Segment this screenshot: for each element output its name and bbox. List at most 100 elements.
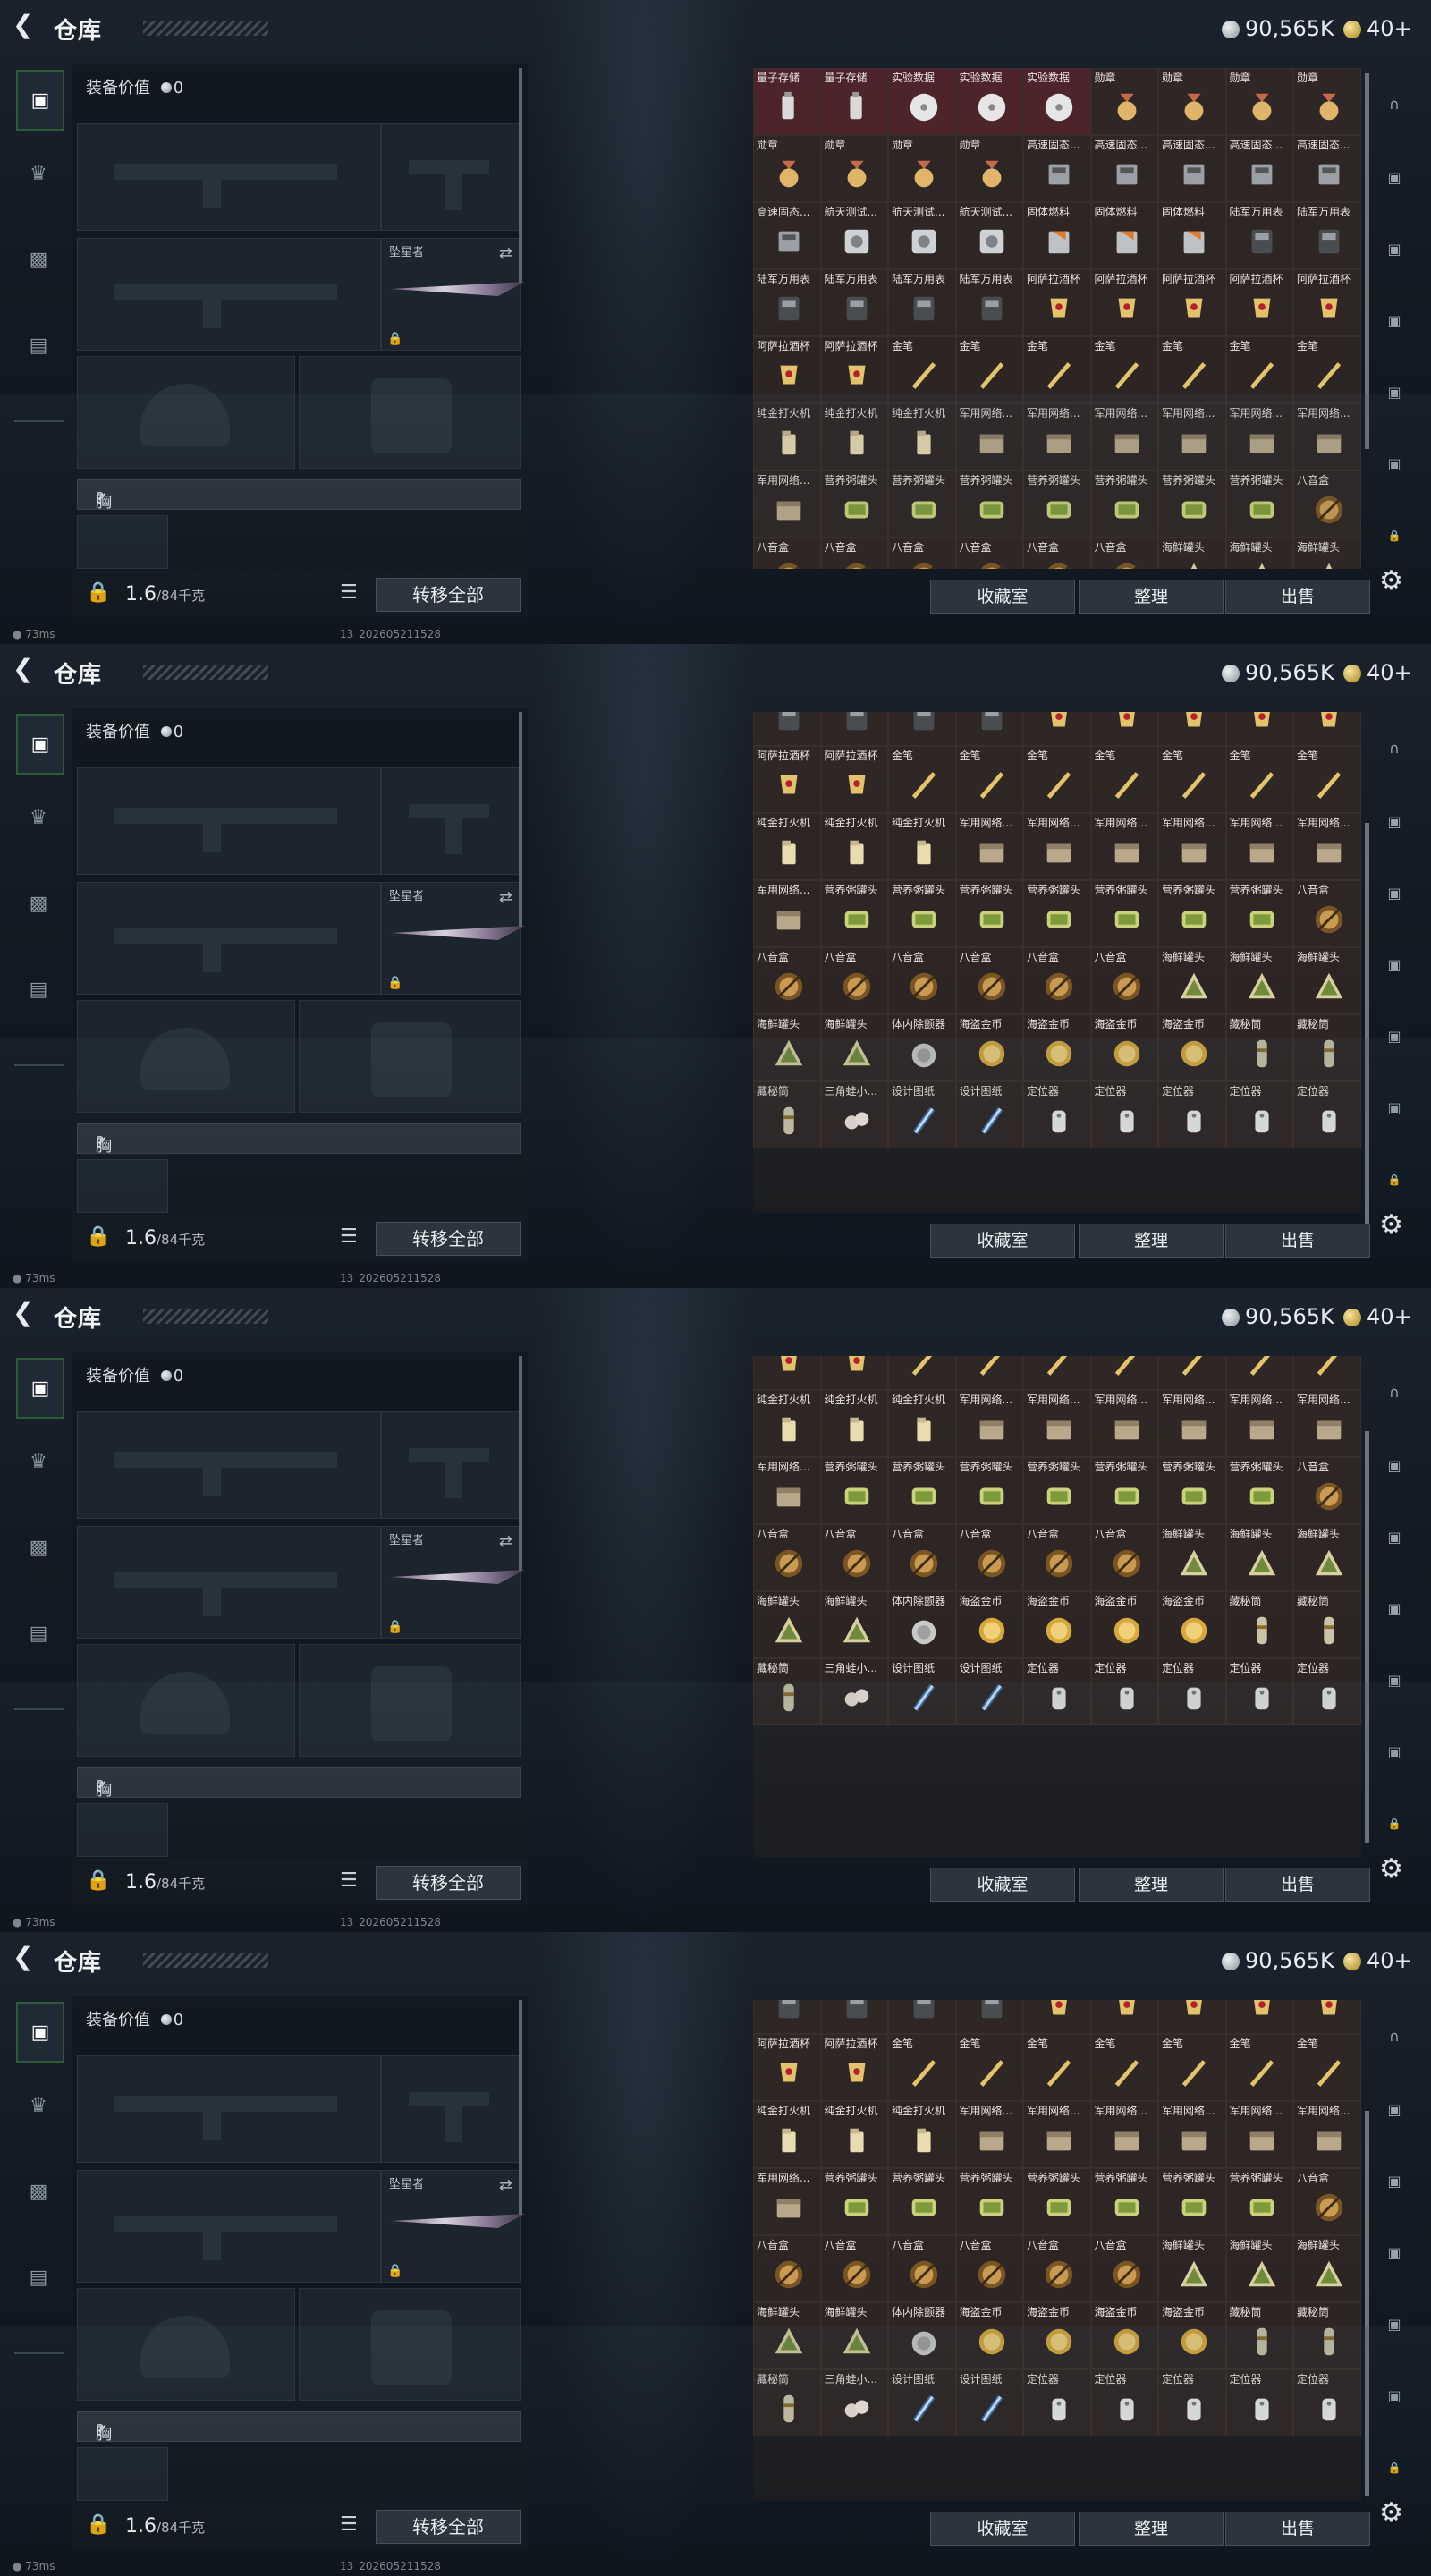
rail-page-2[interactable]: ▣ xyxy=(1374,2089,1415,2131)
stash-item[interactable]: 海鲜罐头 xyxy=(1158,1524,1226,1591)
chest-rig-slot[interactable] xyxy=(77,515,168,569)
stash-item[interactable]: 金笔 xyxy=(1293,336,1361,403)
stash-item[interactable]: 海鲜罐头 xyxy=(1158,2235,1226,2302)
stash-item[interactable]: 军用网络... xyxy=(955,403,1023,470)
stash-item[interactable]: 阿萨拉酒杯 xyxy=(1023,712,1091,746)
stash-item[interactable]: 海鲜罐头 xyxy=(820,1591,888,1658)
stash-item[interactable]: 金笔 xyxy=(1158,1356,1226,1390)
sort-button[interactable]: 整理 xyxy=(1079,2512,1224,2546)
back-arrow-icon[interactable]: ❮ xyxy=(13,13,38,38)
stash-item[interactable]: 八音盒 xyxy=(753,1524,821,1591)
stash-item[interactable]: 海盗金币 xyxy=(955,1591,1023,1658)
stash-item[interactable]: 营养粥罐头 xyxy=(955,880,1023,947)
stash-item[interactable]: 营养粥罐头 xyxy=(955,2168,1023,2235)
stash-item[interactable]: 量子存储 xyxy=(820,68,888,135)
stash-item[interactable]: 军用网络... xyxy=(1158,1390,1226,1457)
stash-item[interactable]: 定位器 xyxy=(1225,2369,1293,2436)
stash-item[interactable]: 纯金打火机 xyxy=(820,813,888,880)
stash-item[interactable]: 实验数据 xyxy=(955,68,1023,135)
stash-item[interactable]: 营养粥罐头 xyxy=(1090,880,1158,947)
stash-item[interactable]: 金笔 xyxy=(1225,746,1293,813)
stash-item[interactable]: 八音盒 xyxy=(820,538,888,569)
chest-rig-header[interactable]: 胸挂 ? xyxy=(77,1123,521,1179)
stash-item[interactable]: 军用网络... xyxy=(1090,2101,1158,2168)
chest-rig-header[interactable]: 胸挂 ? xyxy=(77,1767,521,1823)
stash-item[interactable]: 金笔 xyxy=(955,1356,1023,1390)
stash-item[interactable]: 设计图纸 xyxy=(955,1658,1023,1725)
stash-item[interactable]: 陆军万用表 xyxy=(820,712,888,746)
stash-item[interactable]: 纯金打火机 xyxy=(753,2101,821,2168)
stash-item[interactable]: 海盗金币 xyxy=(1158,1591,1226,1658)
settings-gear-icon[interactable]: ⚙ xyxy=(1379,565,1403,597)
stash-item[interactable]: 军用网络... xyxy=(753,880,821,947)
stash-item[interactable]: 纯金打火机 xyxy=(820,2101,888,2168)
stash-item[interactable]: 藏秘筒 xyxy=(1225,2302,1293,2369)
stash-item[interactable]: 航天测试... xyxy=(888,202,956,269)
rail-page-3[interactable]: ▣ xyxy=(1374,2161,1415,2202)
stash-item[interactable]: 陆军万用表 xyxy=(753,712,821,746)
stash-item[interactable]: 军用网络... xyxy=(1090,403,1158,470)
stash-scrollbar[interactable] xyxy=(1365,1431,1369,1843)
stash-item[interactable]: 阿萨拉酒杯 xyxy=(1090,269,1158,336)
collection-button[interactable]: 收藏室 xyxy=(930,2512,1075,2546)
stash-item[interactable]: 营养粥罐头 xyxy=(1090,2168,1158,2235)
stash-item[interactable]: 海鲜罐头 xyxy=(1225,947,1293,1014)
stash-item[interactable]: 海鲜罐头 xyxy=(1293,538,1361,569)
pistol-slot[interactable] xyxy=(381,123,521,231)
stash-item[interactable]: 定位器 xyxy=(1023,2369,1091,2436)
stash-item[interactable]: 金笔 xyxy=(1293,2034,1361,2101)
stash-item[interactable]: 营养粥罐头 xyxy=(1023,880,1091,947)
primary-weapon-slot[interactable] xyxy=(77,1411,381,1519)
lock-icon[interactable]: 🔒 xyxy=(86,1225,110,1248)
melee-slot[interactable]: 坠星者 ⇄ 🔒 xyxy=(381,1526,525,1639)
stash-item[interactable]: 海盗金币 xyxy=(1023,1014,1091,1081)
stash-item[interactable]: 营养粥罐头 xyxy=(1023,470,1091,538)
stash-item[interactable]: 金笔 xyxy=(1090,2034,1158,2101)
rail-lock[interactable]: 🔒 xyxy=(1374,1159,1415,1200)
stash-item[interactable]: 八音盒 xyxy=(1023,1524,1091,1591)
stash-item[interactable]: 阿萨拉酒杯 xyxy=(1023,269,1091,336)
stash-item[interactable]: 阿萨拉酒杯 xyxy=(820,336,888,403)
stash-item[interactable]: 陆军万用表 xyxy=(1225,202,1293,269)
silver-currency[interactable]: 90,565K xyxy=(1222,16,1334,41)
stash-item[interactable]: 阿萨拉酒杯 xyxy=(753,2034,821,2101)
stash-item[interactable]: 营养粥罐头 xyxy=(888,880,956,947)
sell-button[interactable]: 出售 xyxy=(1225,1224,1370,1258)
sort-button[interactable]: 整理 xyxy=(1079,1868,1224,1902)
stash-item[interactable]: 海盗金币 xyxy=(1158,1014,1226,1081)
stash-item[interactable]: 八音盒 xyxy=(820,947,888,1014)
stash-item[interactable]: 阿萨拉酒杯 xyxy=(1293,269,1361,336)
stash-item[interactable]: 八音盒 xyxy=(888,947,956,1014)
stash-scrollbar[interactable] xyxy=(1365,2111,1369,2496)
stash-item[interactable]: 定位器 xyxy=(1225,1081,1293,1148)
stash-item[interactable]: 设计图纸 xyxy=(888,1658,956,1725)
stash-item[interactable]: 阿萨拉酒杯 xyxy=(753,1356,821,1390)
stash-item[interactable]: 高速固态... xyxy=(753,202,821,269)
gold-currency[interactable]: 40+ xyxy=(1343,660,1412,685)
stash-item[interactable]: 军用网络... xyxy=(753,470,821,538)
stash-item[interactable]: 阿萨拉酒杯 xyxy=(753,746,821,813)
help-icon[interactable]: ? xyxy=(96,489,105,508)
stash-item[interactable]: 营养粥罐头 xyxy=(888,470,956,538)
stash-item[interactable]: 藏秘筒 xyxy=(1293,1591,1361,1658)
stash-item[interactable]: 定位器 xyxy=(1158,1081,1226,1148)
stash-item[interactable]: 金笔 xyxy=(888,2034,956,2101)
chest-rig-slot[interactable] xyxy=(77,1803,168,1857)
equipment-scrollbar[interactable] xyxy=(519,2000,522,2215)
tab-armor[interactable]: ♛ xyxy=(16,1433,61,1490)
stash-item[interactable]: 陆军万用表 xyxy=(753,2000,821,2034)
stash-item[interactable]: 藏秘筒 xyxy=(1225,1014,1293,1081)
pistol-slot[interactable] xyxy=(381,767,521,875)
melee-slot[interactable]: 坠星者 ⇄ 🔒 xyxy=(381,882,525,995)
stash-item[interactable]: 定位器 xyxy=(1023,1081,1091,1148)
stash-item[interactable]: 军用网络... xyxy=(1225,813,1293,880)
stash-item[interactable]: 体内除颤器 xyxy=(888,1014,956,1081)
stash-item[interactable]: 八音盒 xyxy=(888,1524,956,1591)
swap-icon[interactable]: ⇄ xyxy=(499,244,512,263)
stash-item[interactable]: 设计图纸 xyxy=(955,1081,1023,1148)
stash-item[interactable]: 体内除颤器 xyxy=(888,1591,956,1658)
stash-item[interactable]: 纯金打火机 xyxy=(820,1390,888,1457)
stash-item[interactable]: 勋章 xyxy=(753,135,821,202)
transfer-all-button[interactable]: 转移全部 xyxy=(376,578,521,612)
stash-item[interactable]: 金笔 xyxy=(1225,336,1293,403)
